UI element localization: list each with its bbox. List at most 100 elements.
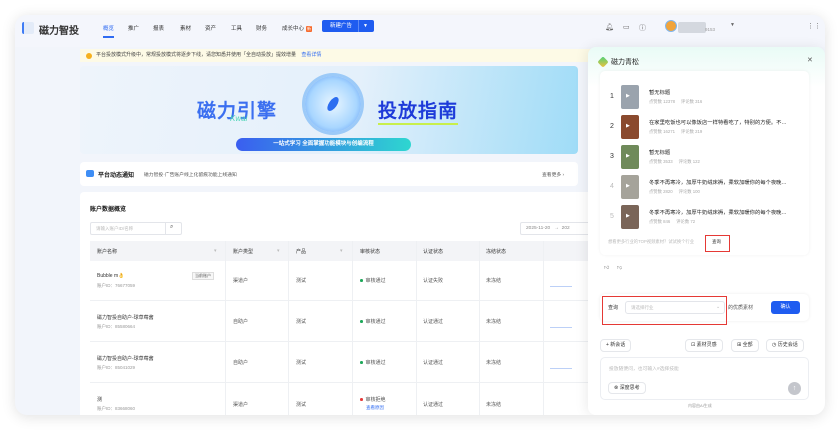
help-icon[interactable]: ⓘ <box>639 23 646 33</box>
avatar[interactable] <box>665 20 677 32</box>
tab-materials[interactable]: 素材 <box>180 24 191 32</box>
tab-tools[interactable]: 工具 <box>231 24 242 32</box>
new-chat-button[interactable]: + 新会话 <box>600 339 632 352</box>
thumbs-up-icon[interactable]: 👍︎ <box>604 265 609 271</box>
audit-status: 审核通过 <box>360 277 386 284</box>
new-ad-button[interactable]: 新建广告 ▼ <box>322 20 374 32</box>
date-start: 2025-11-20 <box>526 226 551 231</box>
col-audit-status: 审核状态 <box>360 249 381 255</box>
rank: 2 <box>610 123 614 130</box>
account-name[interactable]: 磁力智投自助户-球草莓酱 <box>97 314 154 321</box>
dropdown-caret-icon[interactable]: ▼ <box>363 20 368 32</box>
apps-grid-icon[interactable]: ⋮⋮ <box>807 22 821 30</box>
platform-notice-text[interactable]: 磁力智投·广告账户线上化留痕功能上线通知 <box>144 171 237 178</box>
status-dot <box>360 398 363 401</box>
deep-think-label: 深度思考 <box>619 385 640 391</box>
view-reason-link[interactable]: 查看原因 <box>366 405 384 411</box>
ai-assistant-panel: 磁力青松 ✕ 1暂无标题点赞数 12378评论数 316 2在家里吃饭也可以像饭… <box>588 47 825 415</box>
account-type: 自助户 <box>233 319 249 325</box>
product: 测试 <box>296 278 307 284</box>
chevron-down-icon[interactable]: ▼ <box>730 22 735 28</box>
logo[interactable]: 磁力智投 <box>39 22 79 37</box>
user-id: 9153 <box>705 27 716 32</box>
account-id: 账户ID：85041029 <box>97 365 136 370</box>
list-item[interactable]: 5 冬季不再寒冷，加厚牛奶绒床褥，柔软加暖你的每个夜晚… 点赞数 846评论数 72 <box>610 205 810 233</box>
video-thumbnail[interactable] <box>621 115 639 139</box>
tab-reports[interactable]: 报表 <box>153 24 164 32</box>
material-inspiration-button[interactable]: ⊡ 素材灵感 <box>685 339 723 352</box>
col-cert-status: 认证状态 <box>423 249 444 255</box>
tab-assets[interactable]: 资产 <box>205 24 216 32</box>
chat-placeholder: 投放随便问，也可输入#选择技能 <box>609 367 679 372</box>
account-id: 账户ID：76677059 <box>97 283 136 288</box>
col-freeze-status: 冻结状态 <box>486 249 507 255</box>
list-item[interactable]: 3 暂无标题点赞数 3533评论数 122 <box>610 145 810 173</box>
video-thumbnail[interactable] <box>621 175 639 199</box>
video-title: 在家里吃饭也可以像饭店一样特看吃了，特别的方便。不… <box>649 120 787 126</box>
account-type: 自助户 <box>233 360 249 366</box>
top-videos-card: 1暂无标题点赞数 12378评论数 316 2在家里吃饭也可以像饭店一样特看吃了… <box>600 71 809 255</box>
warning-icon <box>86 52 92 59</box>
notice-link[interactable]: 查看详情 <box>301 52 321 58</box>
section-title: 账户数据概览 <box>90 207 127 213</box>
list-item[interactable]: 2 在家里吃饭也可以像饭店一样特看吃了，特别的方便。不… 点赞数 16271评论数 … <box>610 115 810 143</box>
deep-think-toggle[interactable]: ⊗ 深度思考 <box>608 382 646 394</box>
thumbs-down-icon[interactable]: 👎︎ <box>617 265 622 271</box>
bell-icon[interactable]: 🔔︎ <box>605 23 614 31</box>
account-name[interactable]: Bubble m👌 <box>97 273 124 279</box>
list-item[interactable]: 4 冬季不再寒冷，加厚牛奶绒床褥，柔软加暖你的每个夜晚… 点赞数 2820评论数 1… <box>610 175 810 203</box>
video-title: 暂无标题 <box>649 90 671 96</box>
send-arrow-icon[interactable]: ↑ <box>788 382 801 395</box>
guide-banner[interactable]: 磁力引擎 Kwai 投放指南 一站式学习 全面掌握功能模块与创编流程 <box>80 66 578 154</box>
audit-text: 审核拒绝 <box>365 397 386 403</box>
product: 测试 <box>296 319 307 325</box>
rank: 4 <box>610 183 614 190</box>
message-icon[interactable]: ▭ <box>623 23 630 31</box>
video-meta: 点赞数 12378 评论数 316 <box>649 99 703 104</box>
filter-icon[interactable]: ▾ <box>340 248 343 254</box>
account-name[interactable]: 测 <box>97 396 102 403</box>
panel-title: 磁力青松 <box>611 59 639 66</box>
ai-footer: 内容由AI生成 <box>688 403 712 408</box>
cert-status: 认证通过 <box>423 402 444 408</box>
video-thumbnail[interactable] <box>621 205 639 229</box>
close-icon[interactable]: ✕ <box>807 56 813 64</box>
account-overview-card: 账户数据概览 请输入账户ID/名称 ⌕ 2025-11-20 → 202 账户名… <box>80 192 610 415</box>
all-button[interactable]: ⊞ 全部 <box>731 339 759 352</box>
video-thumbnail[interactable] <box>621 85 639 109</box>
filter-icon[interactable]: ▾ <box>277 248 280 254</box>
megaphone-icon <box>86 170 94 177</box>
cert-status: 认证失败 <box>423 278 444 284</box>
filter-icon[interactable]: ▾ <box>214 248 217 254</box>
banner-script: Kwai <box>230 114 248 123</box>
tab-growth-center[interactable]: 成长中心新 <box>282 24 313 32</box>
more-hint: 想看更多行业的TOP视频素材？试试换个行业 <box>608 239 695 244</box>
banner-subtitle: 一站式学习 全面掌握功能模块与创编流程 <box>236 138 411 151</box>
video-meta: 点赞数 2820 评论数 100 <box>649 189 700 194</box>
confirm-button[interactable]: 确认 <box>771 301 800 314</box>
search-icon[interactable]: ⌕ <box>170 224 173 231</box>
list-item[interactable]: 1 暂无标题点赞数 12378评论数 316 <box>610 85 810 113</box>
video-meta: 点赞数 16271 评论数 219 <box>649 129 703 134</box>
chip-label: 历史会话 <box>777 342 798 348</box>
audit-text: 审核通过 <box>365 278 386 284</box>
tab-finance[interactable]: 财务 <box>256 24 267 32</box>
account-name[interactable]: 磁力智投自助户-球草莓酱 <box>97 355 154 362</box>
blurred-username <box>678 22 706 33</box>
banner-right-title: 投放指南 <box>378 96 459 125</box>
view-more-link[interactable]: 查看更多 › <box>542 171 564 178</box>
tab-promotion[interactable]: 推广 <box>128 24 139 32</box>
current-account-tag: 当前账户 <box>192 272 214 280</box>
date-separator: → <box>554 226 559 231</box>
history-button[interactable]: ◷ 历史会话 <box>766 339 804 352</box>
status-dot <box>360 279 363 282</box>
video-meta: 点赞数 3533 评论数 122 <box>649 159 700 164</box>
notice-bar: 平台投放模式升级中，常规投放模式将逐步下线，请您知悉并使用「全自动投放」提效增量… <box>80 49 600 62</box>
notice-text: 平台投放模式升级中，常规投放模式将逐步下线，请您知悉并使用「全自动投放」提效增量 <box>96 52 297 58</box>
chat-input[interactable]: 投放随便问，也可输入#选择技能 ⊗ 深度思考 ↑ <box>600 357 809 400</box>
audit-status: 审核通过 <box>360 359 386 366</box>
account-search[interactable]: 请输入账户ID/名称 ⌕ <box>90 222 182 235</box>
col-product: 产品 <box>296 249 307 255</box>
tab-overview[interactable]: 概览 <box>103 24 115 38</box>
video-thumbnail[interactable] <box>621 145 639 169</box>
